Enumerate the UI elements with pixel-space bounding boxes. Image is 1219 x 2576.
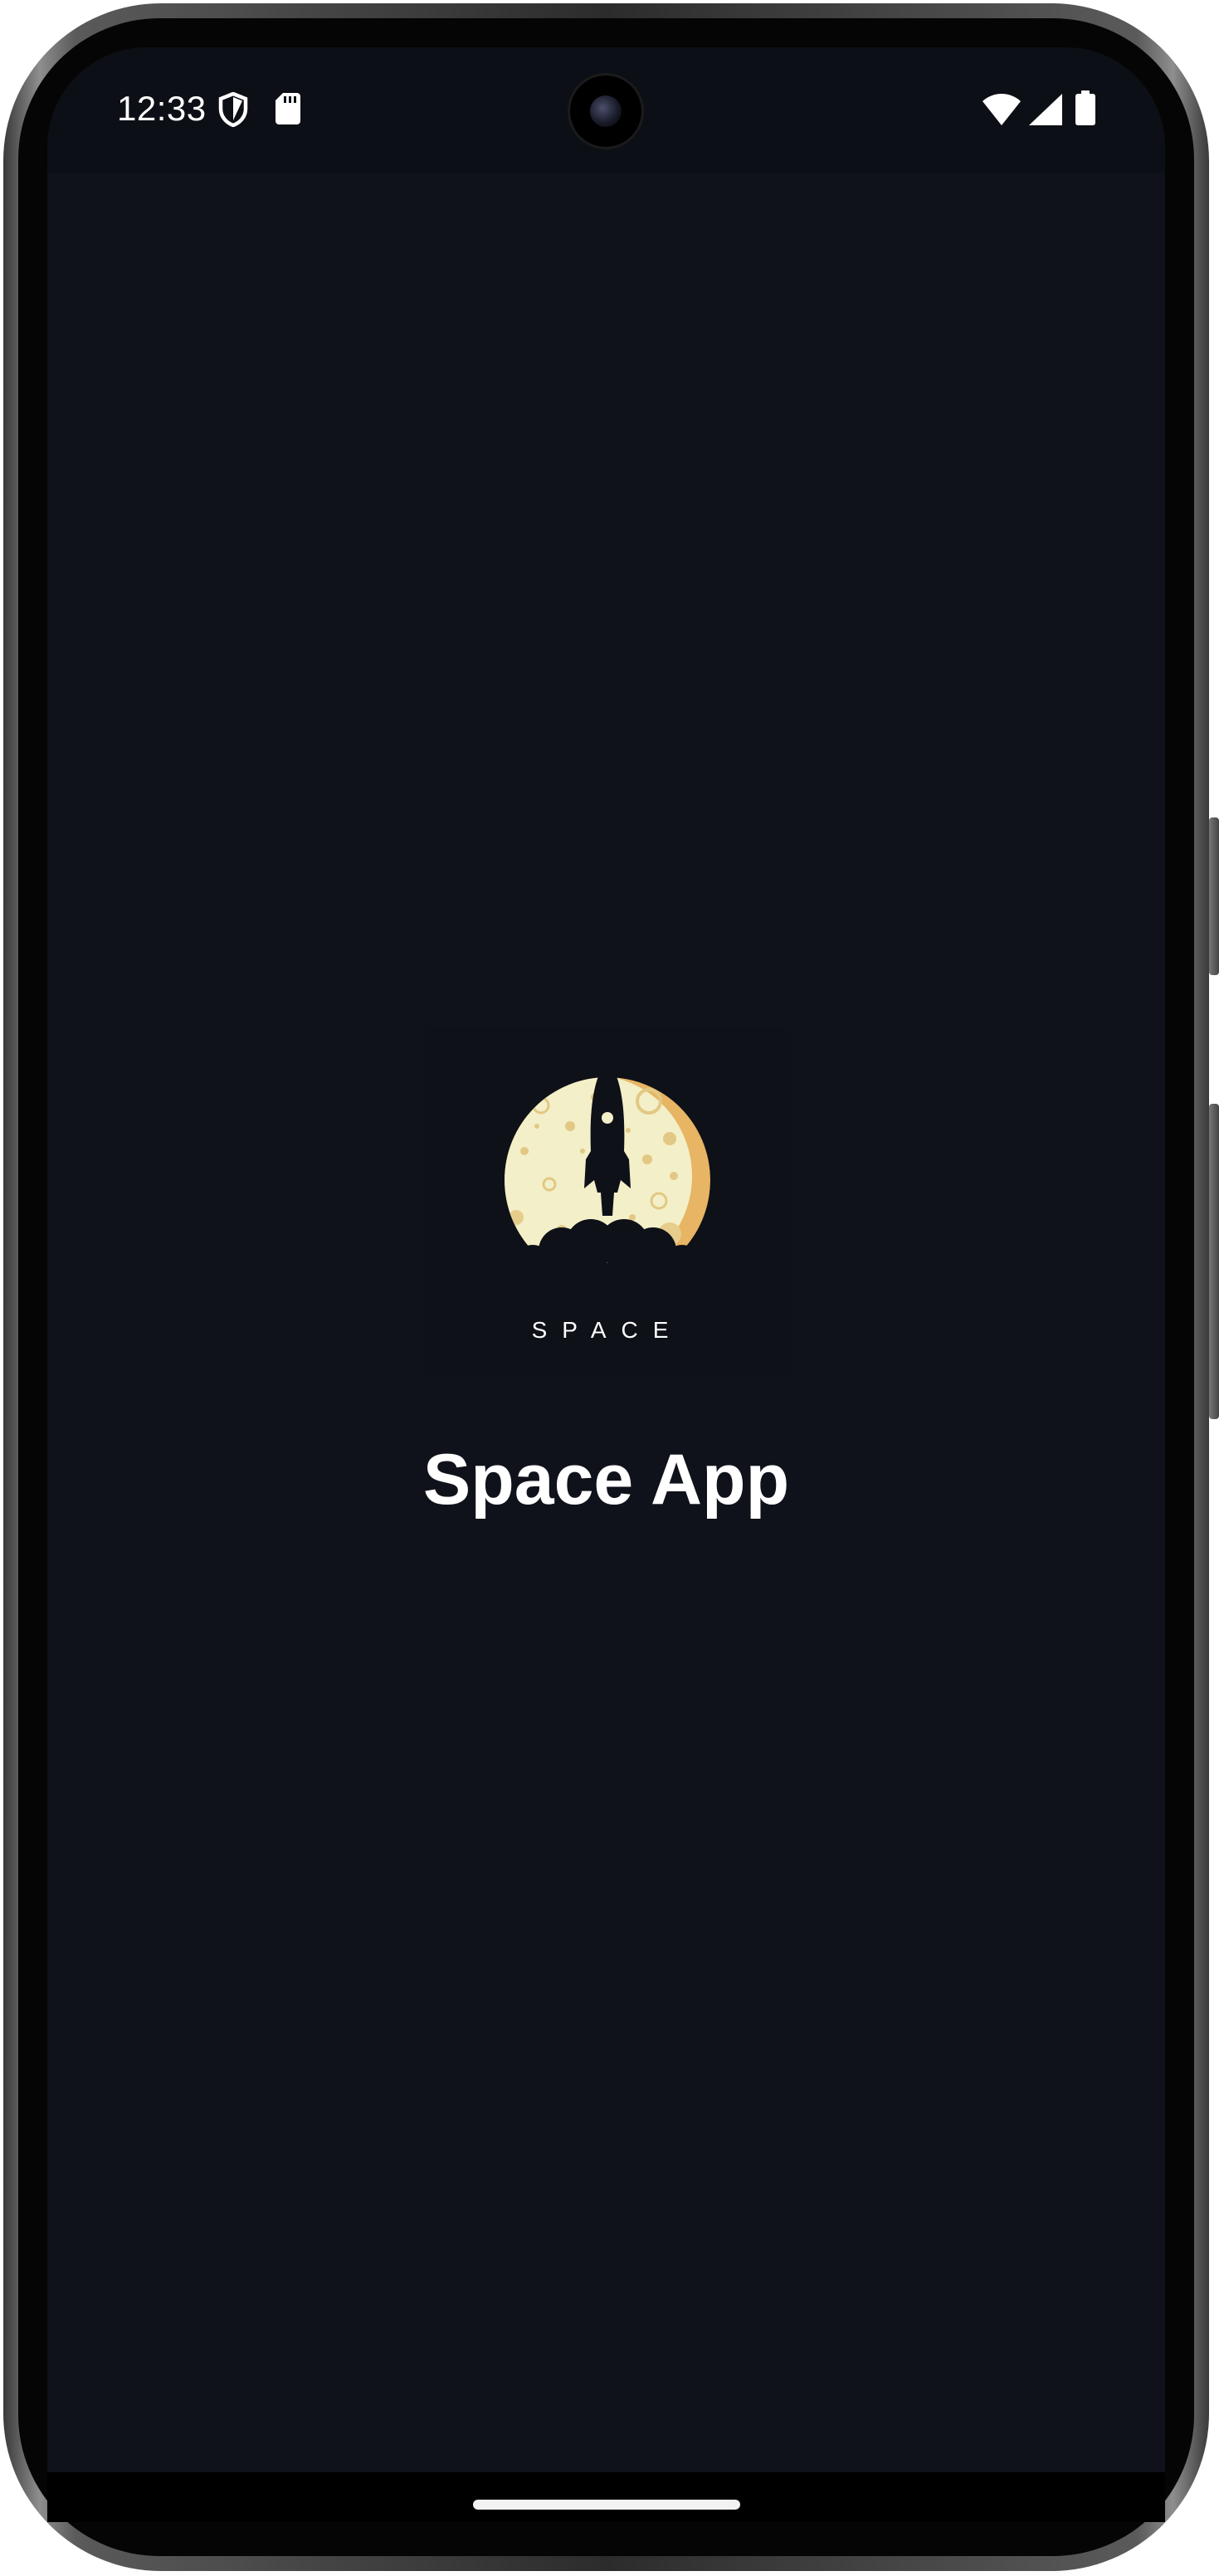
shield-icon bbox=[218, 92, 248, 127]
moon-rocket-logo-icon: SPACE bbox=[505, 1060, 710, 1343]
cell-signal-icon bbox=[1029, 94, 1062, 125]
space-logo: SPACE bbox=[425, 1027, 790, 1375]
navigation-bar bbox=[47, 2472, 1165, 2522]
phone-device: 12:33 SPACE Space App bbox=[0, 0, 1219, 2576]
volume-button bbox=[1209, 817, 1219, 975]
front-camera bbox=[570, 76, 641, 147]
status-time: 12:33 bbox=[117, 89, 207, 128]
screen: 12:33 SPACE Space App bbox=[47, 47, 1165, 2472]
battery-icon bbox=[1075, 90, 1095, 125]
home-indicator[interactable] bbox=[473, 2500, 740, 2510]
power-button bbox=[1209, 1104, 1219, 1419]
camera-lens bbox=[590, 95, 622, 127]
wifi-icon bbox=[983, 94, 1021, 125]
status-bar: 12:33 bbox=[47, 47, 1165, 173]
sd-card-icon bbox=[275, 93, 300, 124]
app-title: Space App bbox=[422, 1440, 790, 1520]
logo-wordmark: SPACE bbox=[532, 1317, 684, 1343]
